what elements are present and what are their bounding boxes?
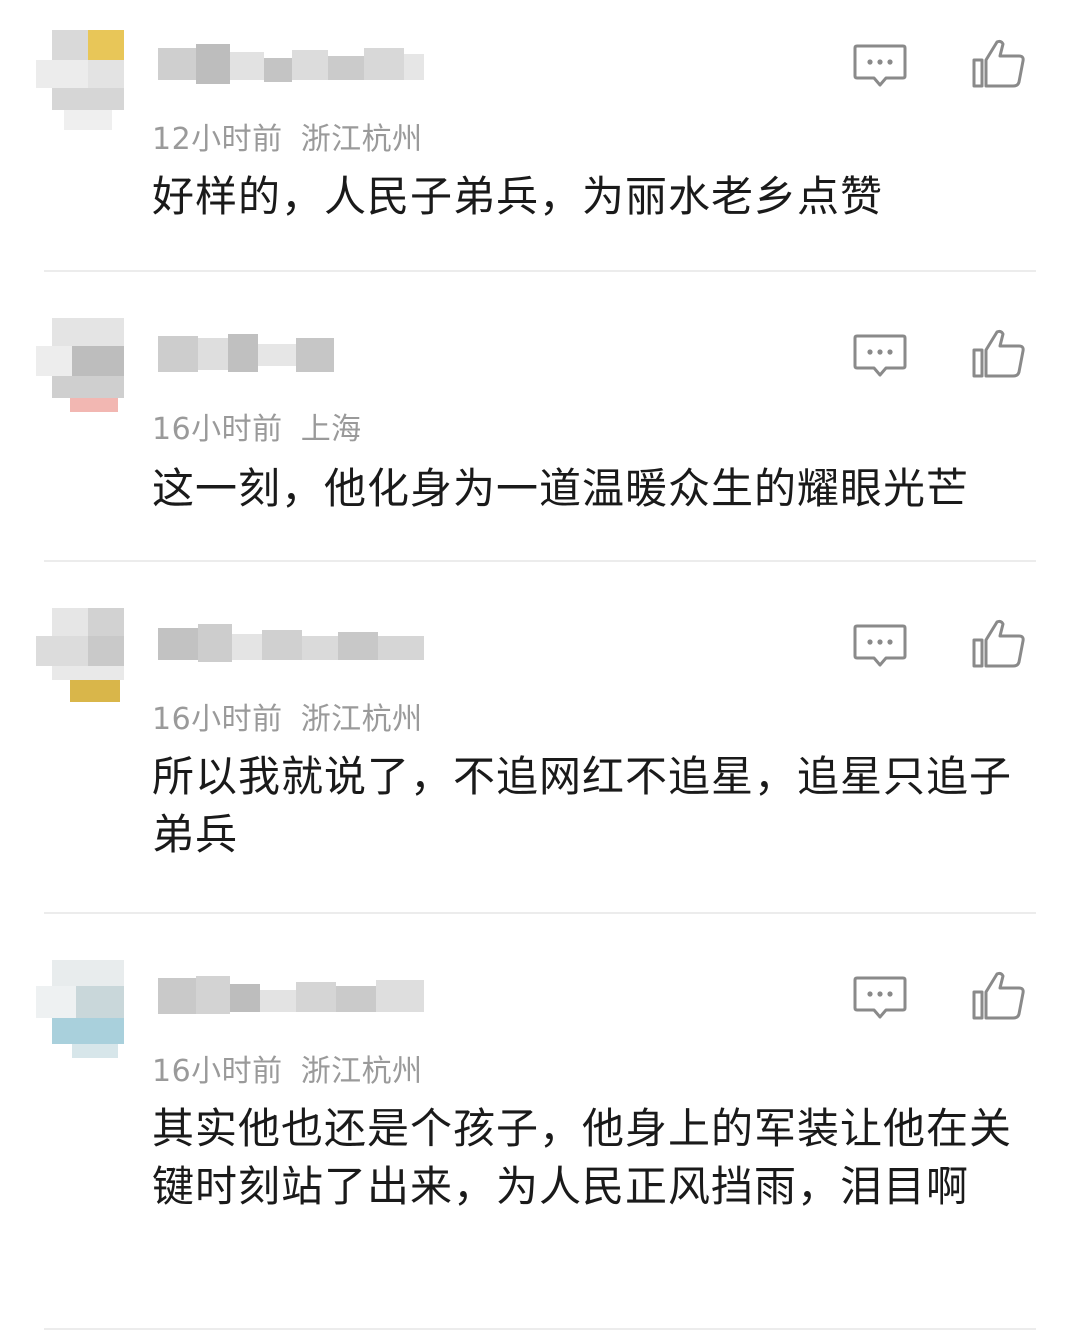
divider — [44, 912, 1036, 914]
comment-meta: 16小时前 浙江杭州 — [152, 694, 423, 738]
comment-time: 16小时前 — [152, 412, 283, 447]
avatar-blurred[interactable] — [36, 318, 124, 418]
comment-location: 浙江杭州 — [300, 1054, 423, 1089]
thumbs-up-icon — [972, 971, 1025, 1020]
comment-bubble-icon — [853, 976, 907, 1019]
comment-bubble-icon — [853, 624, 907, 667]
comment-time: 12小时前 — [152, 122, 283, 157]
divider — [44, 560, 1036, 562]
like-button[interactable] — [970, 328, 1028, 380]
comment-time: 16小时前 — [152, 1054, 283, 1089]
comment-text: 这一刻，他化身为一道温暖众生的耀眼光芒 — [152, 464, 970, 513]
avatar-blurred[interactable] — [36, 960, 124, 1060]
avatar-blurred[interactable] — [36, 30, 124, 130]
comment-text: 所以我就说了，不追网红不追星，追星只追子弟兵 — [152, 752, 1013, 859]
comment-text: 其实他也还是个孩子，他身上的军装让他在关键时刻站了出来，为人民正风挡雨，泪目啊 — [152, 1104, 1013, 1211]
username-blurred[interactable] — [158, 44, 428, 84]
comment-time: 16小时前 — [152, 702, 283, 737]
divider — [44, 1328, 1036, 1330]
thumbs-up-icon — [972, 39, 1025, 88]
like-button[interactable] — [970, 38, 1028, 90]
comment-location: 上海 — [300, 412, 362, 447]
comment-meta: 16小时前 上海 — [152, 404, 362, 448]
reply-button[interactable] — [852, 622, 908, 670]
divider — [44, 270, 1036, 272]
comment-meta: 12小时前 浙江杭州 — [152, 114, 423, 158]
comment-location: 浙江杭州 — [300, 702, 423, 737]
like-button[interactable] — [970, 970, 1028, 1022]
username-blurred[interactable] — [158, 624, 428, 664]
like-button[interactable] — [970, 618, 1028, 670]
comment-bubble-icon — [853, 334, 907, 377]
username-blurred[interactable] — [158, 976, 428, 1016]
comment-meta: 16小时前 浙江杭州 — [152, 1046, 423, 1090]
comment-list: 12小时前 浙江杭州 好样的，人民子弟兵，为丽水老乡点赞 16小时前 上海 这一… — [0, 0, 1080, 1342]
thumbs-up-icon — [972, 619, 1025, 668]
comment-bubble-icon — [853, 44, 907, 87]
reply-button[interactable] — [852, 42, 908, 90]
comment-location: 浙江杭州 — [300, 122, 423, 157]
reply-button[interactable] — [852, 332, 908, 380]
thumbs-up-icon — [972, 329, 1025, 378]
avatar-blurred[interactable] — [36, 608, 124, 708]
username-blurred[interactable] — [158, 334, 428, 374]
reply-button[interactable] — [852, 974, 908, 1022]
comment-text: 好样的，人民子弟兵，为丽水老乡点赞 — [152, 172, 884, 221]
